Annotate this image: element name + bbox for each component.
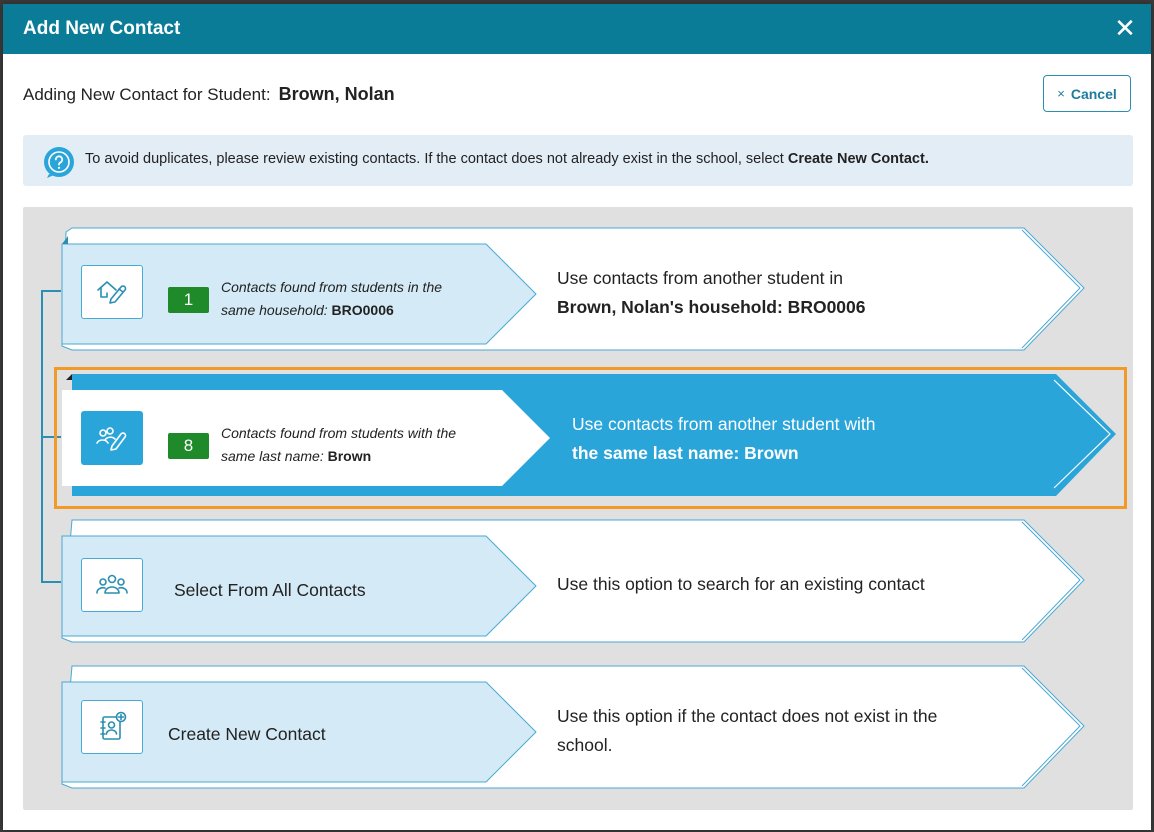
last-name-description: Contacts found from students with the sa… bbox=[221, 422, 456, 468]
household-desc-line1: Contacts found from students in the bbox=[221, 279, 443, 295]
group-icon bbox=[81, 558, 143, 612]
last-name-value: Brown bbox=[327, 448, 372, 464]
info-main-text: To avoid duplicates, please review exist… bbox=[85, 151, 788, 167]
cancel-label: Cancel bbox=[1070, 85, 1117, 102]
household-description: Contacts found from students in the same… bbox=[221, 276, 442, 322]
last-name-desc-line1: Contacts found from students with the bbox=[221, 425, 457, 441]
help-question-icon bbox=[44, 147, 74, 178]
dialog-header: Add New Contact ✕ bbox=[3, 4, 1151, 54]
last-name-right-line2: the same last name: Brown bbox=[572, 443, 799, 463]
create-new-right-line2: school. bbox=[557, 735, 613, 755]
create-new-label: Create New Contact bbox=[168, 724, 326, 744]
select-all-option-text: Use this option to search for an existin… bbox=[557, 570, 925, 599]
option-same-last-name[interactable]: 8 Contacts found from students with the … bbox=[58, 372, 1120, 502]
household-option-text: Use contacts from another student in Bro… bbox=[557, 264, 866, 322]
info-text: To avoid duplicates, please review exist… bbox=[85, 151, 929, 167]
dialog-title: Add New Contact bbox=[23, 18, 181, 39]
student-name: Brown, Nolan bbox=[278, 84, 395, 104]
cancel-button[interactable]: × Cancel bbox=[1043, 75, 1131, 112]
last-name-desc-line2: same last name: bbox=[221, 448, 324, 464]
option-create-new-contact[interactable]: Create New Contact Use this option if th… bbox=[58, 664, 1088, 794]
contact-book-add-icon bbox=[81, 700, 143, 754]
subtitle-label: Adding New Contact for Student: bbox=[23, 85, 271, 104]
cancel-x-icon: × bbox=[1057, 86, 1065, 101]
select-all-label: Select From All Contacts bbox=[174, 580, 366, 600]
household-contact-icon bbox=[81, 265, 143, 319]
last-name-count-badge: 8 bbox=[168, 433, 209, 459]
household-right-line2: Brown, Nolan's household: BRO0006 bbox=[557, 297, 866, 317]
household-code: BRO0006 bbox=[331, 302, 394, 318]
select-all-right-line1: Use this option to search for an existin… bbox=[557, 574, 925, 594]
option-select-all-contacts[interactable]: Select From All Contacts Use this option… bbox=[58, 518, 1088, 648]
household-desc-line2: same household: bbox=[221, 302, 328, 318]
create-new-option-text: Use this option if the contact does not … bbox=[557, 702, 937, 760]
info-banner: To avoid duplicates, please review exist… bbox=[23, 135, 1133, 186]
add-contact-dialog: Add New Contact ✕ Adding New Contact for… bbox=[3, 4, 1151, 830]
student-subtitle: Adding New Contact for Student: Brown, No… bbox=[23, 84, 395, 105]
household-count-badge: 1 bbox=[168, 287, 209, 313]
last-name-option-text: Use contacts from another student with t… bbox=[572, 410, 875, 468]
household-right-line1: Use contacts from another student in bbox=[557, 268, 843, 288]
people-contact-icon bbox=[81, 411, 143, 465]
info-bold-text: Create New Contact. bbox=[787, 151, 929, 167]
close-icon[interactable]: ✕ bbox=[1111, 14, 1139, 42]
option-household-contacts[interactable]: 1 Contacts found from students in the sa… bbox=[58, 226, 1088, 356]
create-new-right-line1: Use this option if the contact does not … bbox=[557, 706, 938, 726]
last-name-right-line1: Use contacts from another student with bbox=[572, 414, 876, 434]
